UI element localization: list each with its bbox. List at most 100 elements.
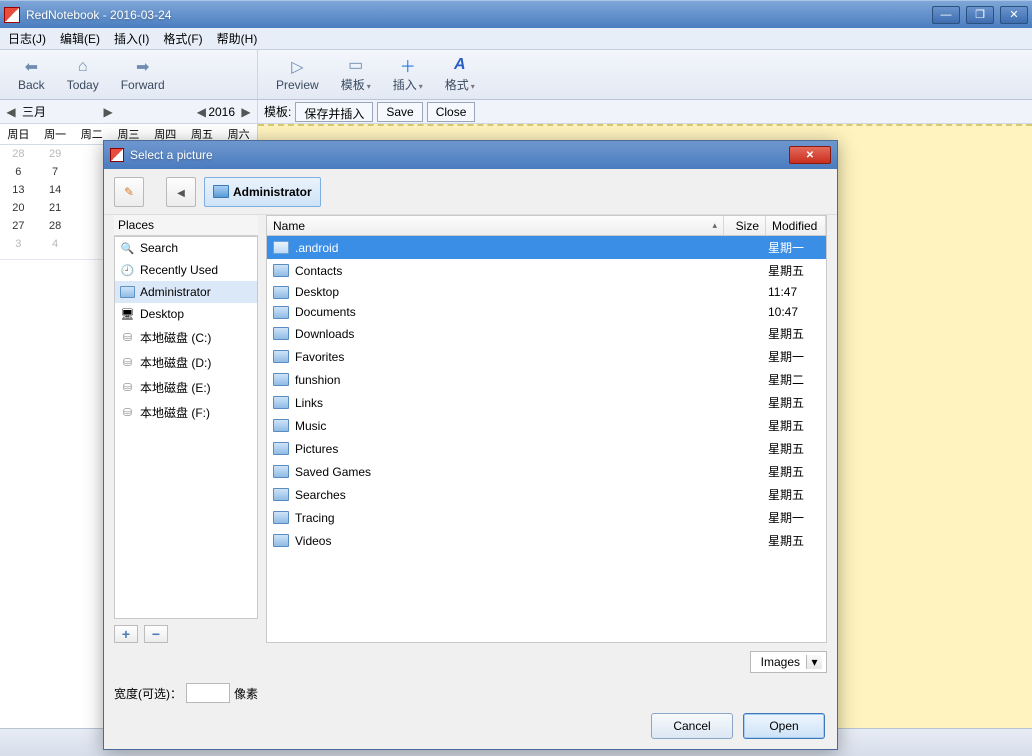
play-icon: ▷ [287, 58, 307, 76]
edit-path-button[interactable] [114, 177, 144, 207]
place-item[interactable]: 本地磁盘 (D:) [115, 350, 257, 375]
place-item[interactable]: Recently Used [115, 259, 257, 281]
place-item[interactable]: 本地磁盘 (C:) [115, 325, 257, 350]
place-item[interactable]: Administrator [115, 281, 257, 303]
place-item[interactable]: 本地磁盘 (E:) [115, 375, 257, 400]
drive-icon [120, 356, 135, 370]
file-row[interactable]: Links星期五 [267, 391, 826, 414]
folder-icon [213, 185, 229, 198]
file-row[interactable]: Desktop11:47 [267, 282, 826, 302]
width-unit: 像素 [234, 685, 258, 702]
insert-button[interactable]: ＋插入 [393, 56, 423, 93]
midbar: ◀ 三月 ▶ ◀ 2016 ▶ 模板: 保存并插入 Save Close [0, 100, 1032, 124]
file-name: Music [295, 419, 722, 433]
month-prev[interactable]: ◀ [4, 105, 18, 119]
file-row[interactable]: Videos星期五 [267, 529, 826, 552]
file-modified: 10:47 [764, 305, 820, 319]
recent-icon [120, 263, 135, 277]
dialog-close-button[interactable] [789, 146, 831, 164]
file-row[interactable]: Favorites星期一 [267, 345, 826, 368]
template-icon: ▭ [346, 56, 366, 74]
back-arrow-icon: ⬅ [21, 58, 41, 76]
path-current-label: Administrator [233, 185, 312, 199]
maximize-button[interactable]: ❐ [966, 6, 994, 24]
close-template-button[interactable]: Close [427, 102, 476, 122]
path-current[interactable]: Administrator [204, 177, 321, 207]
file-dialog: Select a picture Administrator Places Se… [103, 140, 838, 750]
file-modified: 星期一 [764, 509, 820, 526]
year-next[interactable]: ▶ [239, 105, 253, 119]
place-item[interactable]: Search [115, 237, 257, 259]
pencil-icon [124, 185, 134, 199]
file-modified: 星期五 [764, 417, 820, 434]
file-name: Tracing [295, 511, 722, 525]
file-row[interactable]: Downloads星期五 [267, 322, 826, 345]
cancel-button[interactable]: Cancel [651, 713, 733, 739]
back-button[interactable]: ⬅Back [18, 58, 45, 92]
menu-edit[interactable]: 编辑(E) [60, 30, 100, 47]
month-label: 三月 [18, 103, 101, 120]
format-icon: A [450, 56, 470, 74]
file-name: Favorites [295, 350, 722, 364]
search-icon [120, 241, 135, 255]
menu-format[interactable]: 格式(F) [163, 30, 202, 47]
dialog-app-icon [110, 148, 124, 162]
file-modified: 星期五 [764, 532, 820, 549]
drive-icon [120, 406, 135, 420]
menu-journal[interactable]: 日志(J) [8, 30, 46, 47]
sort-asc-icon: ▴ [712, 220, 717, 231]
folder-icon [120, 285, 135, 299]
template-button[interactable]: ▭模板 [341, 56, 371, 93]
file-row[interactable]: Pictures星期五 [267, 437, 826, 460]
drive-icon [120, 331, 135, 345]
file-type-filter[interactable]: Images ▾ [750, 651, 827, 673]
folder-icon [273, 396, 289, 409]
width-input[interactable] [186, 683, 230, 703]
file-modified: 星期五 [764, 262, 820, 279]
dialog-title: Select a picture [130, 148, 789, 162]
preview-button[interactable]: ▷Preview [276, 58, 319, 92]
places-remove-button[interactable]: − [144, 625, 168, 643]
file-list[interactable]: .android星期一Contacts星期五Desktop11:47Docume… [266, 235, 827, 643]
places-add-button[interactable]: + [114, 625, 138, 643]
places-pane: Places SearchRecently UsedAdministratorD… [114, 215, 258, 643]
menu-help[interactable]: 帮助(H) [217, 30, 258, 47]
col-size: Size [724, 216, 766, 235]
file-row[interactable]: Tracing 星期一 [267, 506, 826, 529]
file-modified: 星期一 [764, 239, 820, 256]
file-row[interactable]: Saved Games星期五 [267, 460, 826, 483]
file-row[interactable]: Music 星期五 [267, 414, 826, 437]
close-button[interactable]: ✕ [1000, 6, 1028, 24]
save-insert-button[interactable]: 保存并插入 [295, 102, 373, 122]
template-label: 模板: [264, 103, 291, 120]
forward-arrow-icon: ➡ [133, 58, 153, 76]
today-button[interactable]: ⌂Today [67, 58, 99, 92]
file-name: Links [295, 396, 722, 410]
file-modified: 星期五 [764, 325, 820, 342]
col-modified: Modified [766, 216, 826, 235]
file-row[interactable]: funshion星期二 [267, 368, 826, 391]
file-modified: 11:47 [764, 285, 820, 299]
format-button[interactable]: A格式 [445, 56, 475, 93]
path-back-button[interactable] [166, 177, 196, 207]
folder-icon [273, 241, 289, 254]
save-button[interactable]: Save [377, 102, 422, 122]
open-button[interactable]: Open [743, 713, 825, 739]
file-name: Saved Games [295, 465, 722, 479]
file-list-header[interactable]: Name▴ Size Modified [266, 215, 827, 235]
place-item[interactable]: 本地磁盘 (F:) [115, 400, 257, 425]
folder-icon [273, 419, 289, 432]
minimize-button[interactable]: — [932, 6, 960, 24]
year-prev[interactable]: ◀ [194, 105, 208, 119]
file-row[interactable]: Documents10:47 [267, 302, 826, 322]
forward-button[interactable]: ➡Forward [121, 58, 165, 92]
file-row[interactable]: .android星期一 [267, 236, 826, 259]
plus-icon: ＋ [398, 56, 418, 74]
file-row[interactable]: Contacts星期五 [267, 259, 826, 282]
place-item[interactable]: Desktop [115, 303, 257, 325]
home-icon: ⌂ [73, 58, 93, 76]
month-next[interactable]: ▶ [101, 105, 115, 119]
menu-insert[interactable]: 插入(I) [114, 30, 149, 47]
width-label: 宽度(可选)： [114, 685, 182, 702]
file-row[interactable]: Searches星期五 [267, 483, 826, 506]
